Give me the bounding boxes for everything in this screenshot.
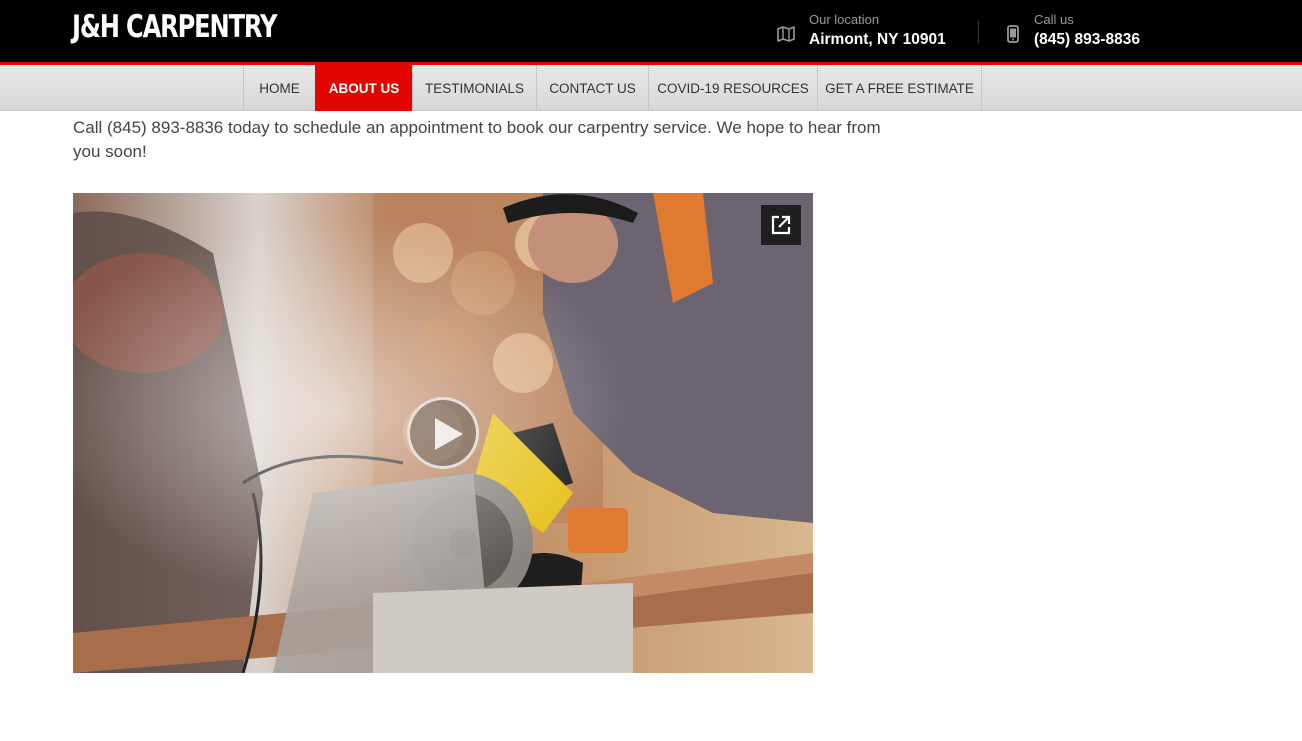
nav-item-about-us[interactable]: ABOUT US <box>315 65 412 111</box>
phone-number-link[interactable]: (845) 893-8836 <box>1034 31 1140 49</box>
location-info: Our location Airmont, NY 10901 <box>776 12 966 52</box>
site-logo[interactable]: J&H CARPENTRY <box>72 9 278 45</box>
phone-info[interactable]: Call us (845) 893-8836 <box>1003 12 1173 52</box>
phone-icon <box>1003 24 1023 44</box>
open-video-external-button[interactable] <box>761 205 801 245</box>
play-button[interactable] <box>407 397 479 469</box>
nav-list: HOME ABOUT US TESTIMONIALS CONTACT US CO… <box>243 65 982 111</box>
map-icon <box>776 24 796 44</box>
nav-item-testimonials[interactable]: TESTIMONIALS <box>412 65 536 111</box>
location-label: Our location <box>809 12 880 27</box>
phone-label: Call us <box>1034 12 1074 27</box>
location-value: Airmont, NY 10901 <box>809 31 946 48</box>
nav-item-covid-19-resources[interactable]: COVID-19 RESOURCES <box>648 65 817 111</box>
nav-item-free-estimate[interactable]: GET A FREE ESTIMATE <box>817 65 982 111</box>
video-player[interactable] <box>73 193 813 673</box>
intro-paragraph: Call (845) 893-8836 today to schedule an… <box>73 118 881 161</box>
main-nav: HOME ABOUT US TESTIMONIALS CONTACT US CO… <box>0 65 1302 111</box>
site-header: J&H CARPENTRY Our location Airmont, NY 1… <box>0 0 1302 62</box>
nav-item-contact-us[interactable]: CONTACT US <box>536 65 648 111</box>
header-divider <box>978 21 979 43</box>
nav-item-home[interactable]: HOME <box>243 65 315 111</box>
external-link-icon <box>771 215 791 235</box>
